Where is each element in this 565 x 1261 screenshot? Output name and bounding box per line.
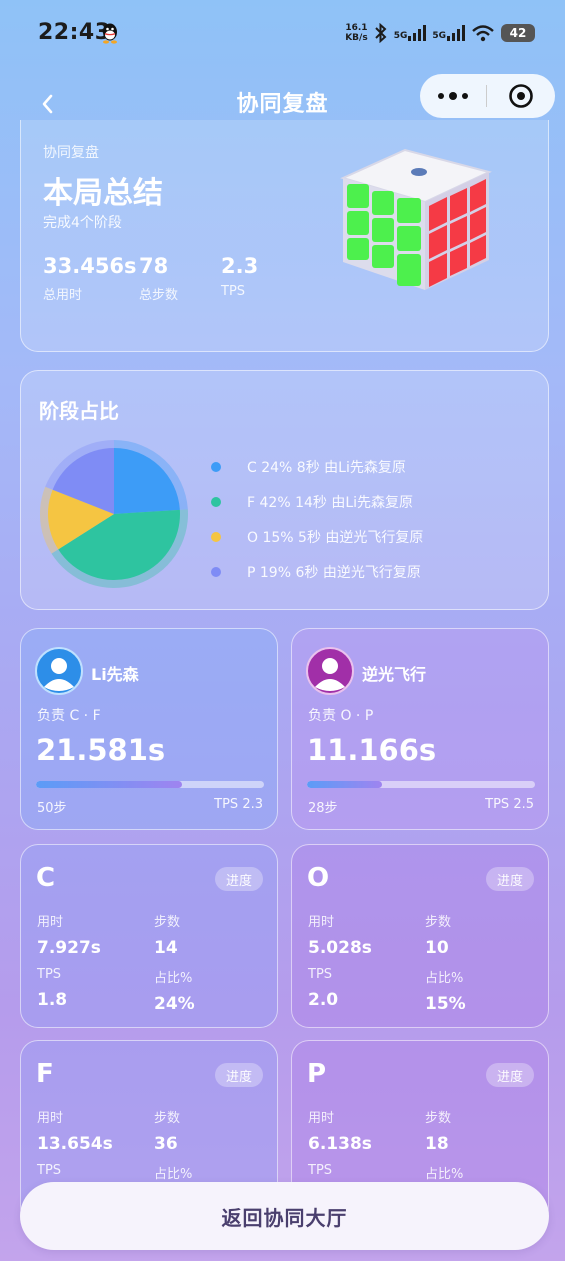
qq-icon [103, 23, 117, 44]
phase-card-o[interactable]: O 进度 用时 5.028s 步数 10 TPS 2.0 占比% 15% [291, 844, 549, 1028]
player-time: 11.166s [307, 733, 437, 767]
phase-steps: 步数 36 [154, 1111, 181, 1154]
legend-dot-f [211, 496, 221, 507]
legend-item-f: F 42% 14秒 由Li先森复原 [211, 484, 423, 519]
phase-share: 占比% [425, 1167, 464, 1182]
phase-steps: 步数 10 [425, 915, 452, 958]
legend-dot-p [211, 566, 221, 577]
phase-time: 用时 5.028s [308, 915, 372, 958]
phase-time: 用时 6.138s [308, 1111, 372, 1154]
player-responsibility: 负责 C · F [37, 708, 101, 724]
phase-share: 占比% 24% [154, 971, 195, 1014]
progress-chip[interactable]: 进度 [486, 1063, 534, 1087]
player-steps: 28步 [308, 801, 338, 816]
rubiks-cube-image [340, 148, 492, 290]
return-to-lobby-button[interactable]: 返回协同大厅 [20, 1182, 549, 1250]
wifi-icon [472, 25, 494, 42]
signal-2-icon: 5G [432, 25, 465, 41]
player-progress-bar [307, 781, 535, 788]
legend-dot-c [211, 461, 221, 472]
phase-share-card: 阶段占比 C 24% 8秒 由Li先森复原 F 42% 14秒 由Li先森复原 … [20, 370, 549, 610]
phase-letter: P [307, 1059, 327, 1089]
legend-item-p: P 19% 6秒 由逆光飞行复原 [211, 554, 423, 589]
avatar [35, 647, 83, 695]
legend-item-o: O 15% 5秒 由逆光飞行复原 [211, 519, 423, 554]
phase-tps: TPS 1.8 [37, 967, 68, 1010]
phase-letter: F [36, 1059, 54, 1089]
phase-letter: C [36, 863, 56, 893]
player-steps: 50步 [37, 801, 67, 816]
phase-legend: C 24% 8秒 由Li先森复原 F 42% 14秒 由Li先森复原 O 15%… [211, 449, 423, 589]
phase-time: 用时 7.927s [37, 915, 101, 958]
summary-subtitle: 完成4个阶段 [43, 215, 122, 231]
phase-steps: 步数 18 [425, 1111, 452, 1154]
stat-total-time: 33.456s 总用时 [43, 254, 137, 303]
legend-dot-o [211, 531, 221, 542]
player-progress-bar [36, 781, 264, 788]
player-tps: TPS 2.5 [485, 797, 534, 812]
pie-slice-0 [114, 448, 180, 514]
summary-card: 协同复盘 本局总结 完成4个阶段 33.456s 总用时 78 总步数 2.3 … [20, 120, 549, 352]
phase-tps: TPS [308, 1163, 333, 1178]
stat-total-steps: 78 总步数 [139, 254, 179, 303]
bluetooth-icon [374, 23, 387, 43]
status-bar: 22:43 16.1 KB/s 5G 5G 42 [0, 0, 565, 64]
player-card-li[interactable]: Li先森 负责 C · F 21.581s 50步 TPS 2.3 [20, 628, 278, 830]
phase-share: 占比% 15% [425, 971, 466, 1014]
phase-tps: TPS [37, 1163, 62, 1178]
phase-pie-chart [40, 440, 189, 588]
progress-chip[interactable]: 进度 [486, 867, 534, 891]
player-tps: TPS 2.3 [214, 797, 263, 812]
miniprogram-capsule [420, 74, 555, 118]
phase-letter: O [307, 863, 330, 893]
stat-tps: 2.3 TPS [221, 254, 259, 299]
legend-item-c: C 24% 8秒 由Li先森复原 [211, 449, 423, 484]
close-target-icon[interactable] [487, 74, 555, 118]
signal-1-icon: 5G [394, 25, 427, 41]
player-time: 21.581s [36, 733, 166, 767]
player-name: 逆光飞行 [362, 665, 427, 684]
phase-share: 占比% [154, 1167, 193, 1182]
progress-chip[interactable]: 进度 [215, 1063, 263, 1087]
player-responsibility: 负责 O · P [308, 708, 374, 724]
summary-title: 本局总结 [43, 176, 163, 211]
progress-chip[interactable]: 进度 [215, 867, 263, 891]
net-speed: 16.1 KB/s [345, 23, 368, 43]
player-name: Li先森 [91, 665, 139, 684]
phase-steps: 步数 14 [154, 915, 181, 958]
battery-indicator: 42 [501, 24, 535, 42]
phase-time: 用时 13.654s [37, 1111, 113, 1154]
more-dots-icon[interactable] [420, 74, 486, 118]
phase-card-c[interactable]: C 进度 用时 7.927s 步数 14 TPS 1.8 占比% 24% [20, 844, 278, 1028]
summary-eyebrow: 协同复盘 [43, 145, 99, 161]
avatar [306, 647, 354, 695]
phase-tps: TPS 2.0 [308, 967, 339, 1010]
phase-share-title: 阶段占比 [39, 399, 119, 423]
player-card-nigguang[interactable]: 逆光飞行 负责 O · P 11.166s 28步 TPS 2.5 [291, 628, 549, 830]
